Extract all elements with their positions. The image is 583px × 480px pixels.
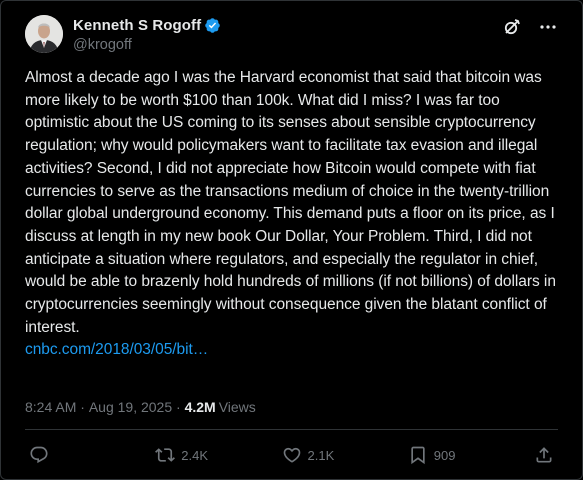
heart-icon bbox=[283, 447, 300, 463]
action-bar: 2.4K 2.1K 909 bbox=[29, 443, 554, 467]
views-count[interactable]: 4.2M bbox=[185, 399, 216, 415]
meta-separator: · bbox=[76, 399, 89, 415]
retweet-button[interactable]: 2.4K bbox=[155, 445, 215, 465]
post-header: Kenneth S Rogoff @krogoff bbox=[25, 15, 558, 55]
divider bbox=[25, 429, 558, 430]
like-button[interactable]: 2.1K bbox=[282, 445, 342, 465]
verified-badge-icon[interactable] bbox=[204, 17, 221, 34]
bookmark-icon bbox=[411, 446, 425, 465]
views-label: Views bbox=[218, 399, 256, 415]
more-icon[interactable] bbox=[538, 17, 558, 37]
post-time[interactable]: 8:24 AM bbox=[25, 399, 76, 415]
bookmark-button[interactable]: 909 bbox=[408, 445, 468, 465]
avatar[interactable] bbox=[25, 15, 63, 53]
avatar-image bbox=[25, 15, 63, 53]
header-actions bbox=[502, 17, 558, 37]
post-link[interactable]: cnbc.com/2018/03/05/bit… bbox=[25, 339, 565, 362]
post-date[interactable]: Aug 19, 2025 bbox=[89, 399, 172, 415]
meta-separator: · bbox=[172, 399, 185, 415]
post-meta: 8:24 AM · Aug 19, 2025 · 4.2M Views bbox=[25, 399, 256, 415]
handle[interactable]: @krogoff bbox=[73, 37, 221, 53]
grok-icon[interactable] bbox=[502, 17, 522, 37]
author-names: Kenneth S Rogoff @krogoff bbox=[73, 16, 221, 53]
post-text: Almost a decade ago I was the Harvard ec… bbox=[25, 69, 556, 336]
post-body: Almost a decade ago I was the Harvard ec… bbox=[25, 67, 565, 362]
retweet-count: 2.4K bbox=[181, 447, 208, 463]
reply-icon bbox=[30, 446, 48, 464]
retweet-icon bbox=[155, 448, 176, 462]
share-icon bbox=[536, 447, 552, 463]
post-card: Kenneth S Rogoff @krogoff Almost a decad… bbox=[0, 0, 583, 480]
bookmark-count: 909 bbox=[433, 447, 456, 463]
reply-button[interactable] bbox=[29, 445, 89, 465]
share-button[interactable] bbox=[534, 445, 554, 465]
like-count: 2.1K bbox=[307, 447, 335, 463]
display-name[interactable]: Kenneth S Rogoff bbox=[73, 17, 201, 34]
